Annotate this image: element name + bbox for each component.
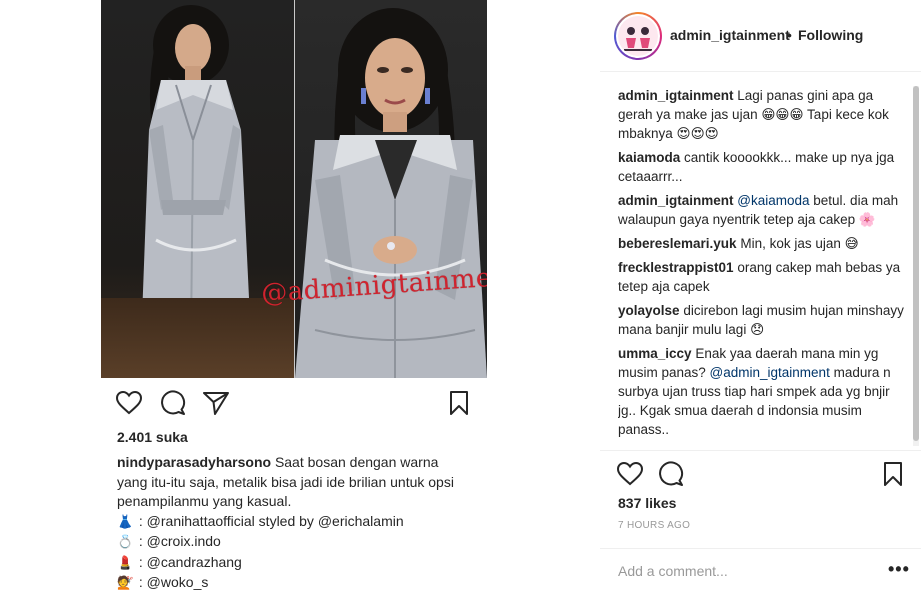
photo-floor [101,298,294,378]
credit-separator: : [135,553,147,570]
like-count[interactable]: 2.401 suka [117,429,188,445]
credit-separator: : [135,512,147,529]
heart-icon[interactable] [114,388,144,418]
credit-handle-link[interactable]: @ranihattaofficial [147,513,255,529]
comment-item: frecklestrappist01 orang cakep mah bebas… [618,258,906,296]
post-header: admin_igtainment • Following [600,0,921,72]
right-action-bar [600,450,921,495]
credit-separator: : [135,574,147,590]
following-button[interactable]: Following [798,27,863,43]
woman-closeup-figure [295,8,487,378]
credits-list: 👗 : @ranihattaofficial styled by @ericha… [117,512,467,591]
comment-mention-link[interactable]: @admin_igtainment [710,365,830,380]
comment-username[interactable]: kaiamoda [618,150,680,165]
share-icon[interactable] [201,388,231,418]
comment-username[interactable]: admin_igtainment [618,88,734,103]
bookmark-icon[interactable] [878,459,908,489]
comment-username[interactable]: bebereslemari.yuk [618,236,737,251]
credit-handle-link[interactable]: @candrazhang [147,554,242,570]
comments-list: admin_igtainment Lagi panas gini apa ga … [618,86,906,446]
credit-line: 👗 : @ranihattaofficial styled by @ericha… [117,512,467,533]
comment-item: bebereslemari.yuk Min, kok jas ujan 😅 [618,234,906,253]
scrollbar-thumb[interactable] [913,86,919,441]
avatar-illustration-icon [618,16,658,56]
comment-item: admin_igtainment @kaiamoda betul. dia ma… [618,191,906,229]
credit-separator: : [135,533,147,549]
comment-item: kaiamoda cantik kooookkk... make up nya … [618,148,906,186]
heart-icon[interactable] [615,459,645,489]
credit-handle-link[interactable]: @woko_s [147,574,209,590]
credit-handle-link[interactable]: @erichalamin [318,513,404,529]
comments-scrollbar[interactable] [911,86,919,446]
right-panel: admin_igtainment • Following admin_igtai… [600,0,921,591]
comment-username[interactable]: yolayolse [618,303,680,318]
bookmark-icon[interactable] [444,388,474,418]
comment-username[interactable]: umma_iccy [618,346,692,361]
comment-item: admin_igtainment Lagi panas gini apa ga … [618,86,906,143]
caption-username[interactable]: nindyparasadyharsono [117,454,271,470]
post-timestamp[interactable]: 7 HOURS AGO [618,520,690,531]
haircut-icon: 💇 [117,576,134,591]
comment-mention-link[interactable]: @kaiamoda [737,193,809,208]
comment-item: yolayolse dicirebon lagi musim hujan min… [618,301,906,339]
photo-left-half [101,0,294,378]
credit-line: 💄 : @candrazhang [117,553,467,574]
more-options-icon[interactable]: ••• [888,559,910,580]
comment-username[interactable]: frecklestrappist01 [618,260,734,275]
ring-icon: 💍 [117,535,134,550]
header-separator: • [787,27,792,43]
photo-right-half [295,0,487,378]
comment-username[interactable]: admin_igtainment [618,193,734,208]
comment-icon[interactable] [158,388,188,418]
like-count[interactable]: 837 likes [618,495,676,511]
add-comment-bar: ••• [600,548,921,591]
credit-line: 💍 : @croix.indo [117,532,467,553]
comment-icon[interactable] [656,459,686,489]
comment-text: Min, kok jas ujan 😅 [740,236,859,251]
post-photo[interactable]: @adminigtainment [101,0,487,378]
comment-item: umma_iccy Enak yaa daerah mana min yg mu… [618,344,906,439]
dress-icon: 👗 [117,514,134,530]
left-action-bar [101,388,487,420]
header-username[interactable]: admin_igtainment [670,27,790,43]
left-post: @adminigtainment 2.401 suka nindyparasad… [0,0,600,591]
credit-connector-text: styled by [254,512,318,529]
post-caption: nindyparasadyharsono Saat bosan dengan w… [117,453,467,591]
lipstick-icon: 💄 [117,555,134,571]
add-comment-input[interactable] [618,562,868,580]
credit-handle-link[interactable]: @croix.indo [147,533,221,549]
avatar[interactable] [614,12,662,60]
credit-line: 💇 : @woko_s [117,573,467,591]
